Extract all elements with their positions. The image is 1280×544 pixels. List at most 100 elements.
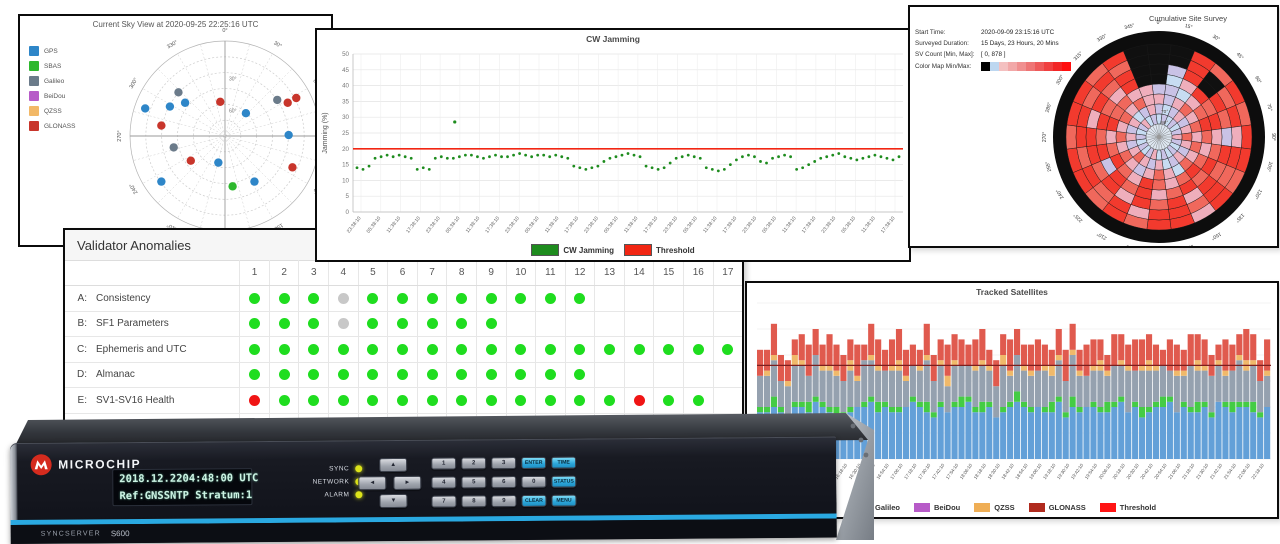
key-4: 4 [431, 476, 457, 489]
jamming-point [632, 153, 636, 157]
model-label: SYNCSERVER [40, 530, 101, 538]
jamming-point [861, 156, 865, 160]
legend-item: Threshold [1099, 503, 1156, 512]
bar-segment-gps [1048, 412, 1055, 459]
legend-item: GLONASS [1028, 503, 1086, 512]
bar-segment-gps [916, 407, 923, 459]
survey-azimuth-label: 210° [1096, 231, 1108, 241]
bar-segment-glonass [1159, 349, 1167, 366]
bar-segment-glonass [861, 344, 868, 361]
bar-segment-glonass [1152, 344, 1160, 366]
anomaly-dot-green [663, 343, 675, 355]
satellite-dot-gps [165, 102, 175, 111]
bar-segment-galileo [798, 365, 805, 402]
bar-segment-sbas [1194, 401, 1201, 413]
survey-cell [1147, 209, 1171, 221]
bar-segment-sbas [1208, 412, 1215, 418]
anomaly-dot-green [426, 369, 438, 381]
jamming-point [542, 153, 546, 157]
bar-segment-sbas [909, 396, 916, 402]
bar-segment-gps [965, 401, 972, 459]
bar-segment-sbas [1243, 401, 1250, 407]
jamming-point [813, 160, 817, 163]
bar-segment-galileo [1034, 370, 1041, 407]
jamming-outlier-point [453, 120, 457, 124]
bar-segment-qzss [902, 375, 910, 381]
bar-segment-gps [1083, 407, 1090, 459]
survey-azimuth-label: 315° [1073, 51, 1085, 63]
bar-segment-qzss [916, 365, 923, 371]
survey-cell [1150, 189, 1168, 201]
bar-segment-sbas [965, 396, 972, 402]
anomaly-dot-green [367, 369, 379, 381]
x-tick-label: 19:54:10 [1084, 462, 1099, 480]
table-cell [298, 311, 328, 336]
y-tick-label: 35 [342, 98, 349, 105]
legend-item: QZSS [974, 503, 1015, 512]
row-name: Ephemeris and UTC [96, 343, 187, 355]
anomaly-dot-green [485, 292, 497, 304]
bar-segment-galileo [1250, 365, 1257, 402]
satellite-dot-gps [284, 130, 293, 140]
bar-segment-glonass [1055, 329, 1062, 355]
jamming-point [433, 156, 437, 160]
led-row: ALARM [276, 491, 363, 499]
column-header: 13 [594, 260, 624, 285]
x-tick-label: 05:38:10 [445, 215, 462, 234]
bar-segment-galileo [1152, 370, 1160, 402]
jamming-point [482, 156, 485, 160]
bar-segment-glonass [895, 329, 903, 361]
bar-segment-galileo [1097, 370, 1104, 407]
jamming-point [638, 155, 642, 159]
x-tick-label: 21:06:10 [1167, 462, 1182, 480]
x-tick-label: 11:38:10 [860, 215, 877, 234]
row-label: A: Consistency [65, 286, 239, 311]
satellite-dot-gps [241, 109, 251, 118]
bar-segment-qzss [784, 381, 791, 387]
bar-segment-gps [930, 417, 937, 459]
jamming-point [524, 153, 528, 157]
satellite-dot-gps [157, 177, 166, 186]
table-cell [682, 286, 713, 311]
table-cell [328, 362, 358, 387]
bar-segment-glonass [1250, 334, 1257, 361]
bar-segment-glonass [847, 339, 854, 361]
table-cell [357, 311, 388, 336]
y-tick-label: 40 [342, 83, 349, 90]
table-cell [712, 337, 743, 362]
bar-segment-glonass [1125, 344, 1132, 366]
led-label: SYNC [329, 465, 350, 473]
x-tick-label: 21:42:10 [1209, 462, 1224, 480]
bar-segment-sbas [1000, 407, 1007, 413]
survey-cell [1151, 179, 1167, 191]
jamming-point [837, 152, 841, 155]
jamming-point [765, 161, 768, 165]
satellite-dot-glonass [292, 93, 301, 103]
table-cell [239, 337, 269, 362]
bar-segment-galileo [958, 365, 965, 397]
table-cell [505, 311, 536, 336]
bar-segment-gps [1187, 412, 1194, 459]
bar-segment-qzss [826, 365, 833, 371]
bar-segment-glonass [1187, 334, 1194, 366]
x-tick-label: 21:30:10 [1195, 462, 1210, 480]
bar-segment-gps [1236, 407, 1243, 459]
bar-segment-qzss [1069, 349, 1076, 355]
bar-segment-sbas [1139, 407, 1146, 418]
azimuth-tick-label: 240° [129, 182, 140, 195]
survey-azimuth-label: 345° [1124, 23, 1136, 31]
jamming-point [554, 153, 558, 157]
bar-segment-glonass [951, 334, 958, 361]
bar-segment-qzss [1222, 370, 1229, 376]
jamming-point [578, 166, 582, 170]
azimuth-tick-label: 30° [272, 40, 282, 49]
bar-segment-gps [951, 407, 958, 459]
bar-segment-sbas [1027, 407, 1035, 413]
jamming-point [819, 156, 823, 160]
bar-segment-galileo [1243, 370, 1250, 402]
bar-segment-glonass [777, 355, 784, 381]
bar-segment-gps [1194, 412, 1201, 459]
lcd-date: 2018.12.22 [119, 472, 183, 486]
legend-swatch [1028, 503, 1045, 512]
bar-segment-gps [1145, 412, 1153, 459]
